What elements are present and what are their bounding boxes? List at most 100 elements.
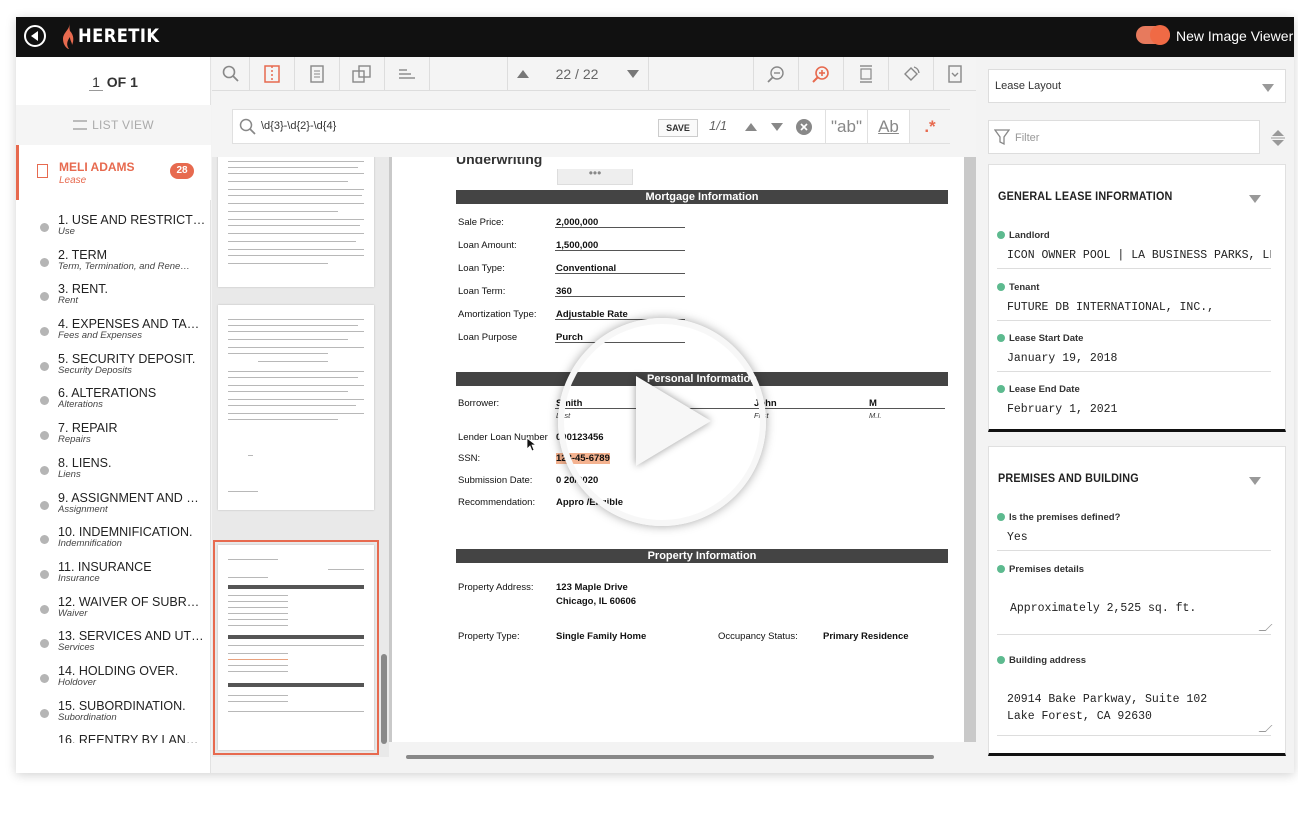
chevron-down-icon[interactable]: [1249, 477, 1261, 485]
pager-current-input[interactable]: 1: [89, 74, 103, 91]
section-item[interactable]: 3. RENT. Rent: [16, 278, 211, 313]
document-pager: 1 OF 1: [16, 57, 211, 102]
section-title: 9. ASSIGNMENT AND …: [58, 490, 199, 505]
filter-input[interactable]: Filter: [988, 120, 1260, 154]
section-item[interactable]: 6. ALTERATIONS Alterations: [16, 382, 211, 417]
section-title: 14. HOLDING OVER.: [58, 663, 179, 678]
section-item[interactable]: 11. INSURANCE Insurance: [16, 556, 211, 591]
property-header: Property Information: [456, 549, 948, 563]
mortgage-label: Loan Term:: [458, 286, 506, 297]
status-dot: [40, 604, 49, 614]
new-image-viewer-toggle[interactable]: [1136, 25, 1170, 45]
list-view-label: LIST VIEW: [92, 118, 154, 132]
save-search-button[interactable]: SAVE: [658, 119, 698, 137]
field-value-textarea[interactable]: Approximately 2,525 sq. ft.: [997, 583, 1273, 635]
match-case-toggle[interactable]: Ab: [867, 110, 909, 143]
fit-height-button[interactable]: [844, 57, 889, 91]
next-page-button[interactable]: [617, 57, 649, 91]
property-type-value: Single Family Home: [556, 631, 647, 642]
back-icon[interactable]: [24, 25, 46, 47]
field-value[interactable]: February 1, 2021: [997, 403, 1271, 422]
occupancy-value: Primary Residence: [823, 631, 909, 642]
status-dot: [40, 708, 49, 718]
layout-select[interactable]: Lease Layout: [988, 69, 1286, 103]
page-thumbnail[interactable]: [218, 305, 374, 510]
resize-handle-icon[interactable]: [1258, 624, 1273, 631]
section-subtitle: Term, Termination, and Rene…: [58, 260, 190, 272]
section-item[interactable]: 15. SUBORDINATION. Subordination: [16, 695, 211, 730]
section-item[interactable]: 13. SERVICES AND UT… Services: [16, 625, 211, 660]
page-thumbnail[interactable]: [218, 157, 374, 287]
section-item[interactable]: 7. REPAIR Repairs: [16, 417, 211, 452]
section-subtitle: Insurance: [58, 572, 100, 584]
section-title: 11. INSURANCE: [58, 559, 152, 574]
search-input[interactable]: \d{3}-\d{2}-\d{4}: [261, 120, 336, 132]
ssn-label: SSN:: [458, 453, 481, 464]
field-value[interactable]: FUTURE DB INTERNATIONAL, INC.,: [997, 301, 1271, 321]
field-value[interactable]: ICON OWNER POOL | LA BUSINESS PARKS, LLC…: [997, 249, 1271, 269]
section-title: 16. REENTRY BY LAN…: [58, 733, 199, 743]
section-subtitle: Security Deposits: [58, 364, 132, 376]
section-item[interactable]: 2. TERM Term, Termination, and Rene…: [16, 244, 211, 279]
section-title: 15. SUBORDINATION.: [58, 698, 186, 713]
field-value[interactable]: Yes: [997, 531, 1271, 551]
section-item[interactable]: 14. HOLDING OVER. Holdover: [16, 660, 211, 695]
list-view-button[interactable]: LIST VIEW: [16, 105, 211, 145]
zoom-in-button[interactable]: [799, 57, 844, 91]
filter-placeholder: Filter: [1015, 132, 1040, 144]
split-page-icon: [264, 65, 280, 83]
clear-search-icon[interactable]: [796, 119, 812, 135]
mouse-cursor-icon: [526, 437, 537, 452]
field-premises-defined[interactable]: Is the premises defined? Yes: [997, 512, 1271, 551]
field-lease-end-date[interactable]: Lease End Date February 1, 2021: [997, 384, 1271, 422]
card-title: PREMISES AND BUILDING: [998, 471, 1139, 485]
align-button[interactable]: [385, 57, 430, 91]
play-video-button[interactable]: [558, 318, 766, 526]
section-item[interactable]: 12. WAIVER OF SUBR… Waiver: [16, 591, 211, 626]
more-tabs-handle[interactable]: •••: [557, 167, 633, 185]
split-view-button[interactable]: [250, 57, 295, 91]
download-button[interactable]: [934, 57, 976, 91]
rotate-button[interactable]: [889, 57, 934, 91]
page-thumbnail-active[interactable]: [213, 540, 379, 755]
regex-toggle[interactable]: .*: [909, 110, 950, 143]
page-view-button[interactable]: [295, 57, 340, 91]
submission-date-label: Submission Date:: [458, 475, 533, 486]
search-button[interactable]: [212, 57, 250, 91]
section-item[interactable]: 1. USE AND RESTRICT… Use: [16, 209, 211, 244]
previous-page-button[interactable]: [508, 57, 538, 91]
section-item[interactable]: 8. LIENS. Liens: [16, 452, 211, 487]
section-item[interactable]: 4. EXPENSES AND TA… Fees and Expenses: [16, 313, 211, 348]
section-item[interactable]: 10. INDEMNIFICATION. Indemnification: [16, 521, 211, 556]
field-lease-start-date[interactable]: Lease Start Date January 19, 2018: [997, 333, 1271, 372]
match-word-toggle[interactable]: "ab": [825, 110, 867, 143]
general-lease-information-card: GENERAL LEASE INFORMATION Landlord ICON …: [988, 164, 1286, 432]
section-item[interactable]: 5. SECURITY DEPOSIT. Security Deposits: [16, 348, 211, 383]
chevron-down-icon[interactable]: [1249, 195, 1261, 203]
sort-icon[interactable]: [1270, 128, 1286, 148]
section-item[interactable]: 9. ASSIGNMENT AND … Assignment: [16, 487, 211, 522]
thumbnail-scrollbar[interactable]: [381, 654, 387, 744]
resize-handle-icon[interactable]: [1258, 725, 1273, 732]
field-label: Landlord: [997, 230, 1271, 241]
viewer-horizontal-scrollbar[interactable]: [406, 755, 934, 759]
property-type-label: Property Type:: [458, 631, 520, 642]
card-title: GENERAL LEASE INFORMATION: [998, 189, 1173, 203]
mortgage-label: Loan Purpose: [458, 332, 518, 343]
property-address-label: Property Address:: [458, 582, 534, 593]
previous-match-icon[interactable]: [744, 122, 758, 132]
document-item[interactable]: MELI ADAMS Lease 28: [16, 145, 211, 200]
field-tenant[interactable]: Tenant FUTURE DB INTERNATIONAL, INC.,: [997, 282, 1271, 321]
section-item[interactable]: 16. REENTRY BY LAN…: [16, 729, 211, 743]
recommendation-label: Recommendation:: [458, 497, 536, 508]
field-landlord[interactable]: Landlord ICON OWNER POOL | LA BUSINESS P…: [997, 230, 1271, 269]
mortgage-header: Mortgage Information: [456, 190, 948, 204]
field-value-textarea[interactable]: 20914 Bake Parkway, Suite 102 Lake Fores…: [997, 674, 1273, 736]
fit-height-icon: [860, 65, 872, 83]
field-value[interactable]: January 19, 2018: [997, 352, 1271, 372]
zoom-out-button[interactable]: [754, 57, 799, 91]
compare-button[interactable]: [340, 57, 385, 91]
field-premises-details[interactable]: Premises details Approximately 2,525 sq.…: [997, 564, 1273, 635]
next-match-icon[interactable]: [770, 122, 784, 132]
field-building-address[interactable]: Building address 20914 Bake Parkway, Sui…: [997, 655, 1273, 736]
